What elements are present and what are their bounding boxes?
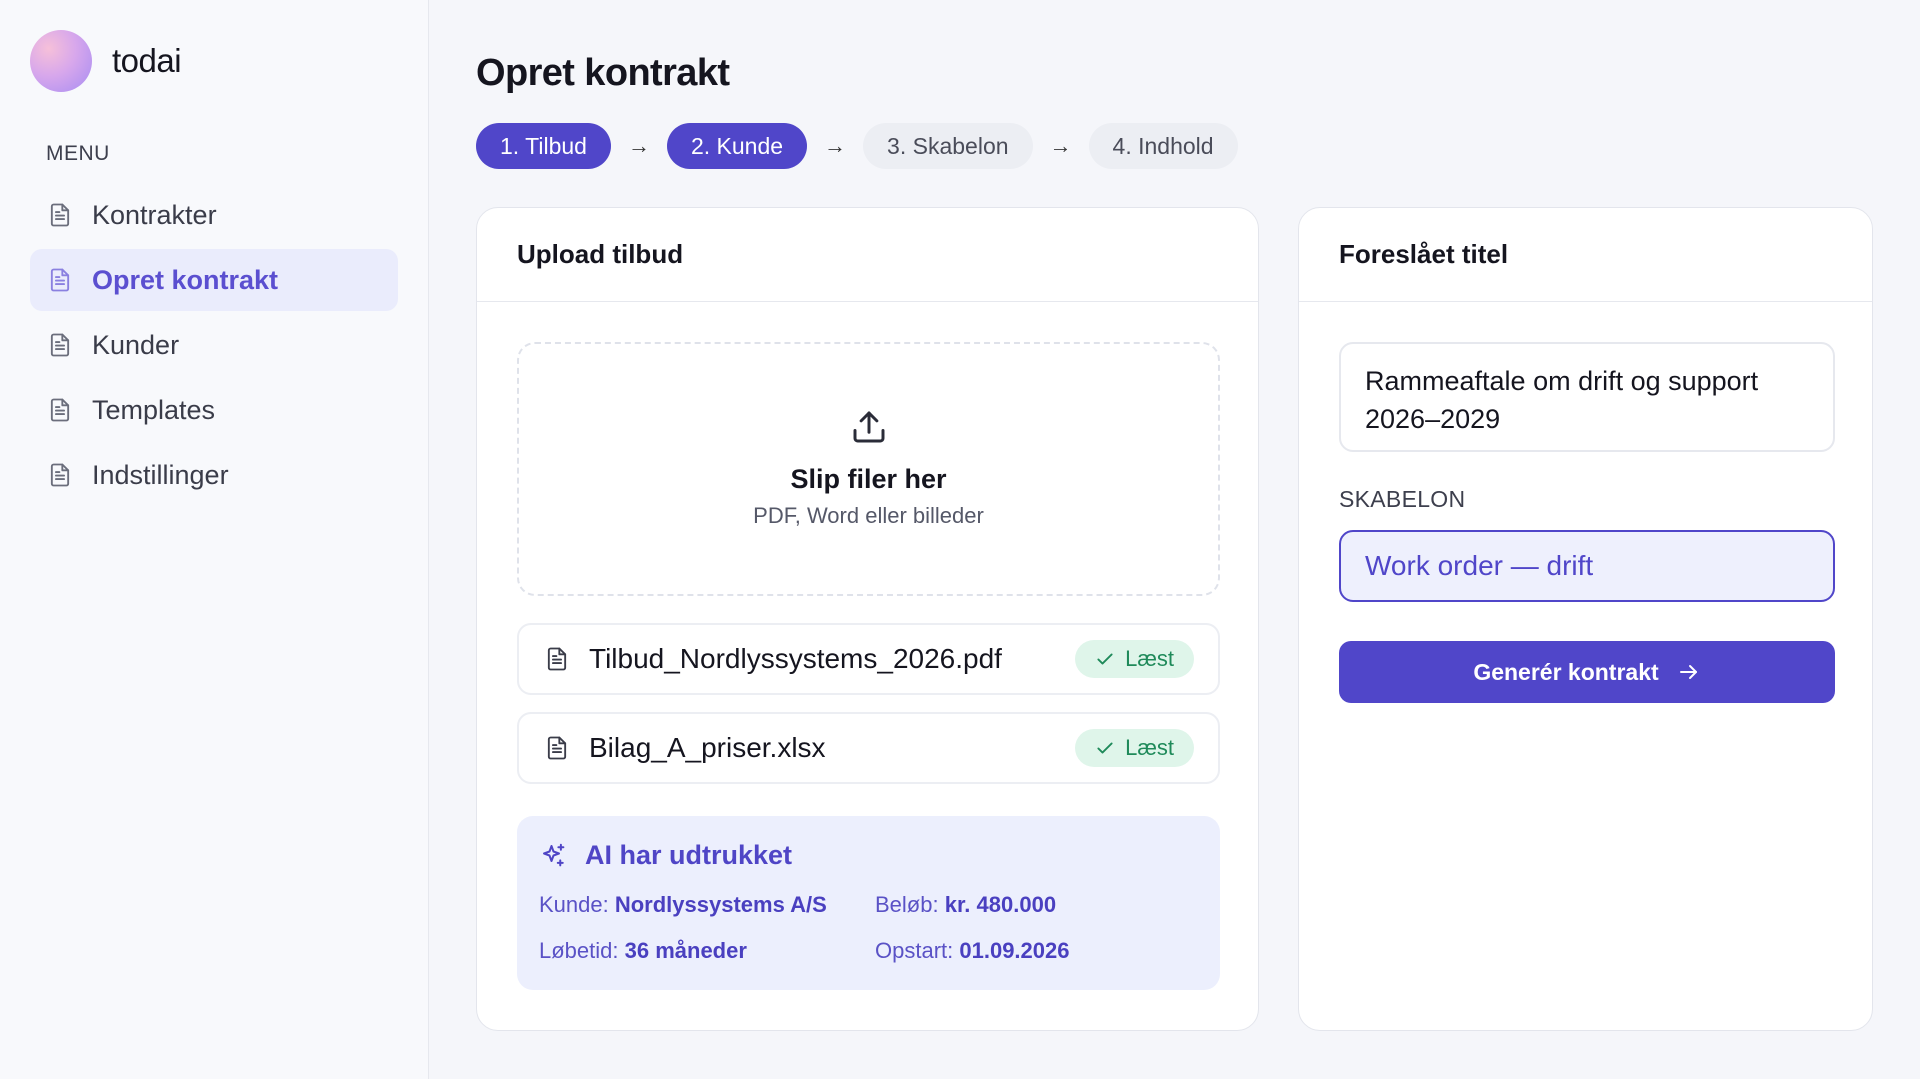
sidebar-item-label: Kontrakter [92, 199, 217, 230]
logo [30, 30, 92, 92]
sidebar-item-label: Kunder [92, 329, 180, 360]
sidebar-nav: Kontrakter Opret kontrakt Kunder Templat… [30, 184, 398, 509]
stepper: 1. Tilbud → 2. Kunde → 3. Skabelon → 4. … [476, 123, 1238, 169]
ai-field-lobetid: Løbetid: 36 måneder [539, 938, 747, 964]
arrow-right-icon: → [824, 133, 847, 158]
arrow-right-icon: → [1049, 133, 1072, 158]
sidebar: todai MENU Kontrakter Opret kontrakt Kun… [0, 0, 429, 1079]
sidebar-item-label: Indstillinger [92, 459, 229, 490]
ai-extraction-panel: AI har udtrukket Kunde: Nordlyssystems A… [517, 816, 1220, 990]
arrow-right-icon: → [627, 133, 650, 158]
field-value: Nordlyssystems A/S [614, 892, 827, 917]
page-title: Opret kontrakt [476, 52, 730, 94]
document-icon [543, 734, 571, 762]
file-name: Tilbud_Nordlyssystems_2026.pdf [589, 643, 1002, 674]
file-dropzone[interactable]: Slip filer her PDF, Word eller billeder [517, 342, 1220, 596]
document-icon [543, 645, 571, 673]
suggested-title-card: Foreslået titel Rammeaftale om drift og … [1298, 207, 1873, 1031]
step-tilbud[interactable]: 1. Tilbud [476, 123, 611, 169]
ai-field-belob: Beløb: kr. 480.000 [875, 892, 1056, 918]
field-value: kr. 480.000 [944, 892, 1057, 917]
document-icon [46, 266, 74, 294]
sidebar-item-kunder[interactable]: Kunder [30, 314, 398, 376]
sidebar-item-label: Opret kontrakt [92, 264, 279, 295]
file-item[interactable]: Bilag_A_priser.xlsx Læst [517, 712, 1220, 784]
sidebar-item-kontrakter[interactable]: Kontrakter [30, 184, 398, 246]
field-label: Løbetid: [539, 938, 619, 963]
field-label: Kunde: [539, 892, 609, 917]
brand-name: todai [112, 42, 182, 79]
sidebar-item-opret-kontrakt[interactable]: Opret kontrakt [30, 249, 398, 311]
check-icon [1095, 738, 1115, 758]
file-item[interactable]: Tilbud_Nordlyssystems_2026.pdf Læst [517, 623, 1220, 695]
document-icon [46, 331, 74, 359]
ai-field-kunde: Kunde: Nordlyssystems A/S [539, 892, 827, 918]
arrow-right-icon [1677, 660, 1701, 684]
field-value: 01.09.2026 [959, 938, 1070, 963]
status-text: Læst [1125, 735, 1174, 760]
check-icon [1095, 649, 1115, 669]
ai-field-opstart: Opstart: 01.09.2026 [875, 938, 1069, 964]
generate-button-label: Generér kontrakt [1473, 658, 1659, 685]
dropzone-subtitle: PDF, Word eller billeder [753, 503, 984, 528]
suggested-title-header: Foreslået titel [1299, 208, 1872, 302]
template-label: SKABELON [1339, 486, 1466, 512]
ai-title: AI har udtrukket [539, 840, 792, 871]
field-label: Beløb: [875, 892, 939, 917]
file-name: Bilag_A_priser.xlsx [589, 732, 826, 763]
sparkle-icon [539, 841, 569, 871]
status-badge: Læst [1075, 729, 1194, 767]
field-value: 36 måneder [624, 938, 747, 963]
dropzone-title: Slip filer her [790, 464, 947, 494]
title-input[interactable]: Rammeaftale om drift og support 2026–202… [1339, 342, 1835, 452]
step-indhold[interactable]: 4. Indhold [1088, 123, 1238, 169]
upload-card-header: Upload tilbud [477, 208, 1258, 302]
sidebar-item-indstillinger[interactable]: Indstillinger [30, 444, 398, 506]
template-select[interactable]: Work order — drift [1339, 530, 1835, 602]
generate-contract-button[interactable]: Generér kontrakt [1339, 641, 1835, 703]
status-badge: Læst [1075, 640, 1194, 678]
upload-card: Upload tilbud Slip filer her PDF, Word e… [476, 207, 1259, 1031]
menu-label: MENU [46, 142, 110, 165]
sidebar-item-templates[interactable]: Templates [30, 379, 398, 441]
step-kunde[interactable]: 2. Kunde [666, 123, 808, 169]
upload-icon [848, 406, 890, 448]
status-text: Læst [1125, 646, 1174, 671]
sidebar-item-label: Templates [92, 394, 216, 425]
brand[interactable]: todai [30, 30, 182, 92]
step-skabelon[interactable]: 3. Skabelon [863, 123, 1033, 169]
field-label: Opstart: [875, 938, 954, 963]
document-icon [46, 461, 74, 489]
ai-title-text: AI har udtrukket [585, 840, 793, 870]
document-icon [46, 201, 74, 229]
document-icon [46, 396, 74, 424]
